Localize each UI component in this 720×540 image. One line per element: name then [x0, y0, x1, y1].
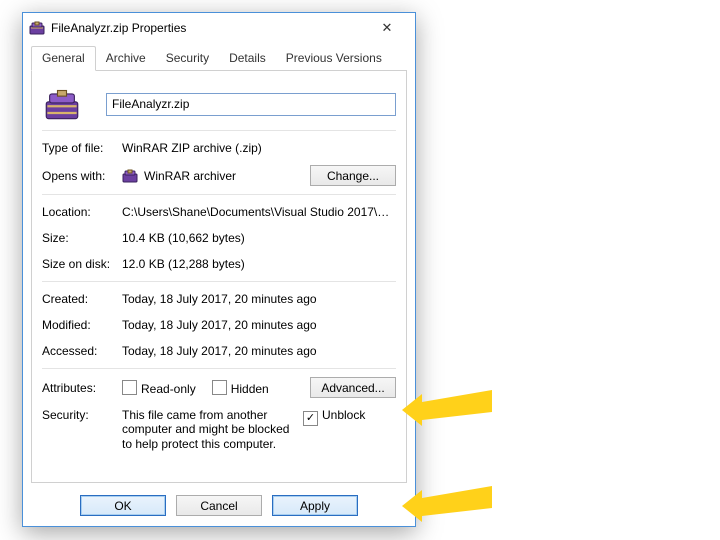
tab-strip: General Archive Security Details Previou… [31, 46, 407, 71]
separator [42, 194, 396, 195]
winrar-app-icon [122, 168, 138, 184]
value-location: C:\Users\Shane\Documents\Visual Studio 2… [122, 205, 392, 219]
checkbox-unchecked-icon [212, 380, 227, 395]
label-opens-with: Opens with: [42, 169, 122, 183]
separator [42, 368, 396, 369]
tab-details[interactable]: Details [219, 47, 276, 70]
value-type-of-file: WinRAR ZIP archive (.zip) [122, 141, 262, 155]
label-size-on-disk: Size on disk: [42, 257, 122, 271]
value-modified: Today, 18 July 2017, 20 minutes ago [122, 318, 317, 332]
cancel-button[interactable]: Cancel [176, 495, 262, 516]
unblock-checkbox[interactable]: Unblock [303, 408, 365, 426]
value-opens-with: WinRAR archiver [144, 169, 310, 183]
window-title: FileAnalyzr.zip Properties [51, 21, 367, 35]
value-created: Today, 18 July 2017, 20 minutes ago [122, 292, 317, 306]
label-type-of-file: Type of file: [42, 141, 122, 155]
security-text: This file came from another computer and… [122, 408, 297, 451]
properties-dialog: FileAnalyzr.zip Properties ✕ General Arc… [22, 12, 416, 527]
attribute-readonly[interactable]: Read-only [122, 380, 196, 396]
value-size-on-disk: 12.0 KB (12,288 bytes) [122, 257, 245, 271]
dialog-button-strip: OK Cancel Apply [23, 495, 415, 516]
winrar-file-icon [44, 86, 80, 122]
tab-previous-versions[interactable]: Previous Versions [276, 47, 392, 70]
close-button[interactable]: ✕ [367, 16, 407, 40]
label-size: Size: [42, 231, 122, 245]
label-accessed: Accessed: [42, 344, 122, 358]
tab-body-general: Type of file: WinRAR ZIP archive (.zip) … [31, 71, 407, 483]
winrar-icon [29, 20, 45, 36]
attribute-hidden[interactable]: Hidden [212, 380, 310, 396]
titlebar[interactable]: FileAnalyzr.zip Properties ✕ [23, 13, 415, 42]
change-button[interactable]: Change... [310, 165, 396, 186]
label-location: Location: [42, 205, 122, 219]
ok-button[interactable]: OK [80, 495, 166, 516]
close-icon: ✕ [382, 20, 393, 36]
value-accessed: Today, 18 July 2017, 20 minutes ago [122, 344, 317, 358]
label-security: Security: [42, 408, 122, 422]
checkbox-checked-icon [303, 411, 318, 426]
label-attributes: Attributes: [42, 381, 122, 395]
tab-general[interactable]: General [31, 46, 96, 71]
value-size: 10.4 KB (10,662 bytes) [122, 231, 245, 245]
checkbox-unchecked-icon [122, 380, 137, 395]
advanced-button[interactable]: Advanced... [310, 377, 396, 398]
filename-input[interactable] [106, 93, 396, 116]
label-created: Created: [42, 292, 122, 306]
tab-security[interactable]: Security [156, 47, 219, 70]
apply-button[interactable]: Apply [272, 495, 358, 516]
tab-archive[interactable]: Archive [96, 47, 156, 70]
separator [42, 281, 396, 282]
separator [42, 130, 396, 131]
label-modified: Modified: [42, 318, 122, 332]
